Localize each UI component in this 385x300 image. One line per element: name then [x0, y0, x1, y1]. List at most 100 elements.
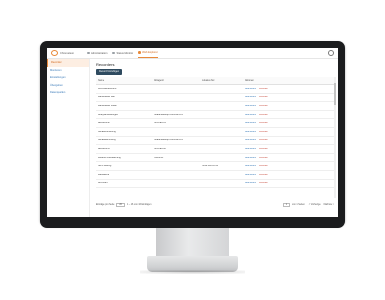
row-name: Weitere Überwachung	[98, 156, 121, 159]
edit-link[interactable]: Bearbeiten	[245, 139, 256, 141]
next-page-button[interactable]: Nächste >	[324, 204, 334, 206]
edit-link[interactable]: Bearbeiten	[245, 131, 256, 133]
edit-link[interactable]: Bearbeiten	[245, 105, 256, 107]
main-content: Recorders Record hinzufügen Name Ablageo…	[90, 59, 338, 217]
delete-link[interactable]: Löschen	[259, 88, 268, 90]
row-local-target: \\192.168.10.34	[202, 165, 218, 168]
column-header-local[interactable]: Lokales Ziel	[202, 80, 245, 82]
table-row[interactable]: Weitere Überwachung \\NAS-01 Bearbeiten Lös…	[96, 154, 334, 163]
column-header-actions: Aktionen	[245, 79, 254, 82]
sidebar-item-monitoren[interactable]: Monitoren	[47, 67, 89, 75]
records-table: Name Ablageort Lokales Ziel Aktionen Kom…	[96, 77, 334, 189]
column-header-dest[interactable]: Ablageort	[154, 80, 202, 82]
nav-dot-icon	[138, 51, 141, 54]
row-actions: Bearbeiten Löschen	[245, 88, 275, 90]
delete-link[interactable]: Löschen	[259, 131, 268, 133]
row-name: Bereichen2	[98, 122, 110, 125]
row-name: LabBrowser Lokal	[98, 104, 117, 107]
table-row[interactable]: LabBrowser Lokal Bearbeiten Löschen	[96, 102, 334, 111]
edit-link[interactable]: Bearbeiten	[245, 165, 256, 167]
delete-link[interactable]: Löschen	[259, 148, 268, 150]
row-name: LabBrowser Lab	[98, 96, 115, 99]
row-name: Gerätemonitoring	[98, 130, 116, 133]
table-row[interactable]: Messwerte Bearbeiten Löschen	[96, 171, 334, 180]
sidebar-item-einstellungen[interactable]: Einstellungen	[47, 74, 89, 82]
delete-link[interactable]: Löschen	[259, 182, 268, 184]
edit-link[interactable]: Bearbeiten	[245, 88, 256, 90]
column-header-name[interactable]: Name	[96, 80, 154, 82]
delete-link[interactable]: Löschen	[259, 122, 268, 124]
table-row[interactable]: Analysemessungen \\Datenbackup-Cohreckn-0…	[96, 111, 334, 120]
create-record-button[interactable]: Record hinzufügen	[96, 69, 123, 75]
delete-link[interactable]: Löschen	[259, 157, 268, 159]
delete-link[interactable]: Löschen	[259, 96, 268, 98]
topnav-label: Status Monitor	[116, 51, 134, 55]
logo-text: Chromeleon	[60, 51, 75, 55]
table-row[interactable]: Bereichen1 \\Fs-Lab-02 Bearbeiten Löschen	[96, 145, 334, 154]
scrollbar-thumb[interactable]	[334, 83, 336, 105]
edit-link[interactable]: Bearbeiten	[245, 114, 256, 116]
sidebar-item-datenquellen[interactable]: Datenquellen	[47, 89, 89, 97]
edit-link[interactable]: Bearbeiten	[245, 174, 256, 176]
nav-dot-icon	[87, 51, 90, 55]
table-footer: Einträge pro Seite 20 1 – 16 von 16 Eint…	[96, 201, 334, 209]
row-name: Messwerte	[98, 173, 110, 176]
row-destination: \\NAS-01	[154, 156, 164, 159]
delete-link[interactable]: Löschen	[259, 114, 268, 116]
edit-link[interactable]: Bearbeiten	[245, 148, 256, 150]
row-destination: \\Datenbackup-Cohreckn-01	[154, 139, 183, 142]
edit-link[interactable]: Bearbeiten	[245, 122, 256, 124]
delete-link[interactable]: Löschen	[259, 174, 268, 176]
top-nav: Administration Status Monitor Web Explor…	[87, 48, 163, 58]
edit-link[interactable]: Bearbeiten	[245, 182, 256, 184]
table-row[interactable]: Bereichen2 \\Fs-Lab-01 Bearbeiten Löschen	[96, 119, 334, 128]
per-page-select[interactable]: 20	[116, 203, 125, 207]
row-destination: \\Fs-Lab-01	[154, 122, 166, 125]
top-bar: Chromeleon Administration Status Monitor…	[47, 48, 338, 59]
app-logo[interactable]: Chromeleon	[51, 50, 79, 56]
sidebar-item-recorder[interactable]: Recorder	[47, 59, 89, 67]
per-page-label: Einträge pro Seite	[96, 204, 115, 206]
logo-icon	[51, 50, 58, 56]
delete-link[interactable]: Löschen	[259, 105, 268, 107]
row-actions: Bearbeiten Löschen	[245, 165, 275, 167]
page-number-input[interactable]: 1	[282, 203, 290, 207]
topnav-item-administration[interactable]: Administration	[87, 48, 107, 58]
page-title: Recorders	[96, 62, 115, 67]
table-row[interactable]: LabBrowser Lab Bearbeiten Löschen	[96, 94, 334, 103]
row-actions: Bearbeiten Löschen	[245, 182, 275, 184]
row-actions: Bearbeiten Löschen	[245, 148, 275, 150]
stand-shadow	[140, 270, 245, 274]
topnav-label: Administration	[91, 51, 108, 55]
table-row[interactable]: Gerätesammlung \\Datenbackup-Cohreckn-01 B…	[96, 137, 334, 146]
table-header: Name Ablageort Lokales Ziel Aktionen	[96, 77, 334, 85]
table-row[interactable]: NAS Sharing \\192.168.10.34 Bearbeiten Lösc…	[96, 162, 334, 171]
table-row[interactable]: Gerätemonitoring Bearbeiten Löschen	[96, 128, 334, 137]
delete-link[interactable]: Löschen	[259, 165, 268, 167]
row-name: Kommandorecord	[98, 87, 117, 90]
nav-dot-icon	[112, 51, 115, 55]
row-destination: \\Datenbackup-Cohreckn-01	[154, 113, 183, 116]
delete-link[interactable]: Löschen	[259, 139, 268, 141]
row-actions: Bearbeiten Löschen	[245, 122, 275, 124]
monitor-stand-neck	[156, 228, 229, 258]
topnav-item-status-monitor[interactable]: Status Monitor	[112, 48, 133, 58]
table-row[interactable]: Archiviert Bearbeiten Löschen	[96, 180, 334, 189]
edit-link[interactable]: Bearbeiten	[245, 96, 256, 98]
prev-page-button[interactable]: < Vorherige	[309, 204, 321, 206]
table-row[interactable]: Kommandorecord Bearbeiten Löschen	[96, 85, 334, 94]
row-actions: Bearbeiten Löschen	[245, 139, 275, 141]
row-actions: Bearbeiten Löschen	[245, 157, 275, 159]
row-actions: Bearbeiten Löschen	[245, 105, 275, 107]
sidebar-item-uebergeben[interactable]: Übergeben	[47, 82, 89, 90]
topnav-label: Web Explorer	[142, 51, 158, 54]
row-name: Analysemessungen	[98, 113, 119, 116]
row-actions: Bearbeiten Löschen	[245, 174, 275, 176]
row-actions: Bearbeiten Löschen	[245, 96, 275, 98]
row-name: NAS Sharing	[98, 165, 112, 168]
sidebar: Recorder Monitoren Einstellungen Übergeb…	[47, 59, 90, 217]
edit-link[interactable]: Bearbeiten	[245, 157, 256, 159]
topnav-item-web-explorer[interactable]: Web Explorer	[138, 48, 158, 58]
table-scrollbar[interactable]	[334, 77, 336, 198]
gear-icon[interactable]	[328, 50, 334, 56]
